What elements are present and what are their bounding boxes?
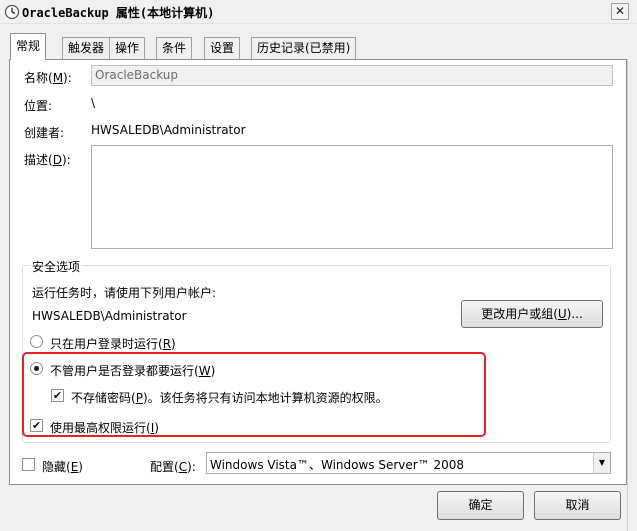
description-field[interactable] — [91, 145, 613, 249]
radio-run-whether-logged-on[interactable] — [30, 362, 43, 375]
author-label: 创建者: — [24, 126, 65, 140]
radio-run-whether-logged-on-label: 不管用户是否登录都要运行(W) — [50, 364, 216, 378]
checkbox-hidden[interactable] — [22, 458, 35, 471]
name-label: 名称(M): — [24, 71, 72, 85]
description-label: 描述(D): — [24, 153, 71, 167]
checkmark-icon: ✔ — [52, 389, 63, 402]
location-value: \ — [91, 96, 96, 110]
configure-label: 配置(C): — [150, 460, 196, 474]
location-label: 位置: — [24, 99, 53, 113]
name-field[interactable]: OracleBackup — [91, 65, 613, 86]
checkbox-do-not-store-password-label: 不存储密码(P)。该任务将只有访问本地计算机资源的权限。 — [71, 391, 388, 405]
checkbox-hidden-label: 隐藏(E) — [42, 460, 83, 474]
change-user-button[interactable]: 更改用户或组(U)... — [461, 300, 603, 328]
name-value: OracleBackup — [95, 68, 179, 82]
checkbox-run-highest-privileges-label: 使用最高权限运行(I) — [50, 421, 159, 435]
checkmark-icon: ✔ — [31, 419, 42, 432]
cancel-button[interactable]: 取消 — [534, 491, 621, 520]
ok-button[interactable]: 确定 — [437, 491, 524, 520]
author-value: HWSALEDB\Administrator — [91, 123, 246, 137]
run-as-user: HWSALEDB\Administrator — [32, 309, 187, 323]
configure-dropdown[interactable]: Windows Vista™、Windows Server™ 2008 ▼ — [206, 452, 611, 474]
checkbox-run-highest-privileges[interactable]: ✔ — [30, 419, 43, 432]
security-options-title: 安全选项 — [30, 258, 83, 275]
radio-run-only-logged-on[interactable] — [30, 335, 43, 348]
run-as-prompt: 运行任务时，请使用下列用户帐户: — [32, 286, 217, 300]
checkbox-do-not-store-password[interactable]: ✔ — [51, 389, 64, 402]
configure-value: Windows Vista™、Windows Server™ 2008 — [210, 458, 465, 472]
radio-run-only-logged-on-label: 只在用户登录时运行(R) — [50, 337, 176, 351]
chevron-down-icon[interactable]: ▼ — [593, 453, 610, 473]
